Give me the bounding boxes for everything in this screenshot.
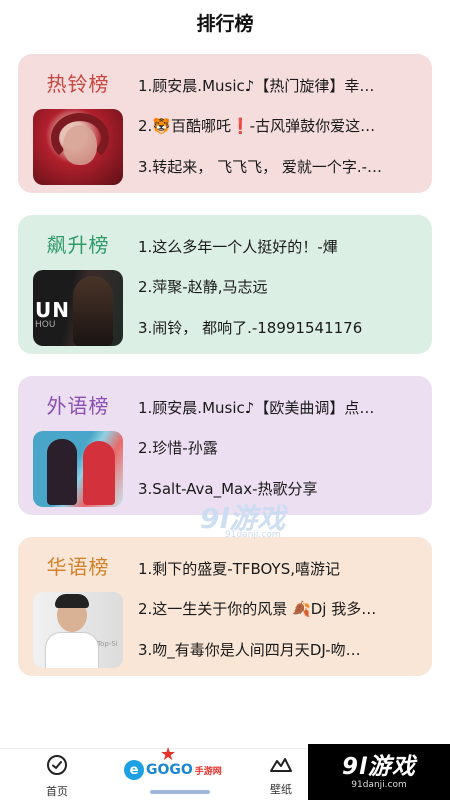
card-left: 华语榜 Top-Si [18,537,138,676]
page-title: 排行榜 [196,12,254,35]
song-item[interactable]: 3.吻_有毒你是人间四月天DJ-吻… [138,636,406,676]
song-item[interactable]: 1.剩下的盛夏-TFBOYS,嘻游记 [138,555,406,595]
gogo-watermark: ★ e GOGO 手游网 [124,744,222,780]
song-item[interactable]: 1.顾安晨.Music♪【欧美曲调】点… [138,394,406,434]
tab-wallpaper[interactable]: 壁纸 [251,753,311,797]
watermark-url: 91danji.com [225,530,281,540]
song-list: 1.这么多年一个人挺好的！-熚 2.萍聚-赵静,马志远 3.闹铃， 都响了.-1… [138,215,432,354]
album-cover[interactable]: UN HOU [33,270,123,346]
album-cover[interactable]: Top-Si [33,592,123,668]
top-header: 排行榜 [0,0,450,44]
song-item[interactable]: 3.闹铃， 都响了.-18991541176 [138,314,406,354]
song-item[interactable]: 1.这么多年一个人挺好的！-熚 [138,233,406,273]
tab-label: 壁纸 [270,783,292,796]
chart-title: 飙升榜 [46,233,110,257]
tab-home[interactable]: 首页 [27,753,87,799]
song-list: 1.顾安晨.Music♪【热门旋律】幸… 2.🐯百酷哪吒❗-古风弹鼓你爱这… 3… [138,54,432,193]
home-icon [45,753,69,781]
brand-logo: 9l游戏 [342,754,416,780]
song-list: 1.顾安晨.Music♪【欧美曲调】点… 2.珍惜-孙露 3.Salt-Ava_… [138,376,432,515]
chart-title: 华语榜 [46,555,110,579]
song-item[interactable]: 3.转起来， 飞飞飞， 爱就一个字.-… [138,153,406,193]
chart-list: 热铃榜 1.顾安晨.Music♪【热门旋律】幸… 2.🐯百酷哪吒❗-古风弹鼓你爱… [18,54,432,698]
card-left: 飙升榜 UN HOU [18,215,138,354]
card-left: 外语榜 [18,376,138,515]
song-item[interactable]: 2.珍惜-孙露 [138,434,406,474]
album-cover[interactable] [33,431,123,507]
brand-url: 91danji.com [351,780,407,790]
gogo-cn-text: 手游网 [194,766,222,777]
tab-label: 首页 [46,785,68,798]
gogo-logo-icon: e [124,760,144,780]
album-cover[interactable] [33,109,123,185]
chart-card-rising[interactable]: 飙升榜 UN HOU 1.这么多年一个人挺好的！-熚 2.萍聚-赵静,马志远 3… [18,215,432,354]
brand-watermark: 9l游戏 91danji.com [308,744,450,800]
home-indicator [150,790,210,794]
chart-title: 外语榜 [46,394,110,418]
song-item[interactable]: 2.萍聚-赵静,马志远 [138,273,406,313]
cover-text: UN [35,298,70,322]
chart-card-foreign[interactable]: 外语榜 1.顾安晨.Music♪【欧美曲调】点… 2.珍惜-孙露 3.Salt-… [18,376,432,515]
star-icon: ★ [160,744,177,765]
cover-tag: Top-Si [97,640,118,648]
song-list: 1.剩下的盛夏-TFBOYS,嘻游记 2.这一生关于你的风景 🍂Dj 我多… 3… [138,537,432,676]
song-item[interactable]: 1.顾安晨.Music♪【热门旋律】幸… [138,72,406,112]
chart-card-hot[interactable]: 热铃榜 1.顾安晨.Music♪【热门旋律】幸… 2.🐯百酷哪吒❗-古风弹鼓你爱… [18,54,432,193]
cover-subtext: HOU [35,320,56,330]
card-left: 热铃榜 [18,54,138,193]
chart-card-chinese[interactable]: 华语榜 Top-Si 1.剩下的盛夏-TFBOYS,嘻游记 2.这一生关于你的风… [18,537,432,676]
song-item[interactable]: 2.这一生关于你的风景 🍂Dj 我多… [138,595,406,635]
chart-title: 热铃榜 [46,72,110,96]
mountain-icon [269,753,293,779]
song-item[interactable]: 2.🐯百酷哪吒❗-古风弹鼓你爱这… [138,112,406,152]
